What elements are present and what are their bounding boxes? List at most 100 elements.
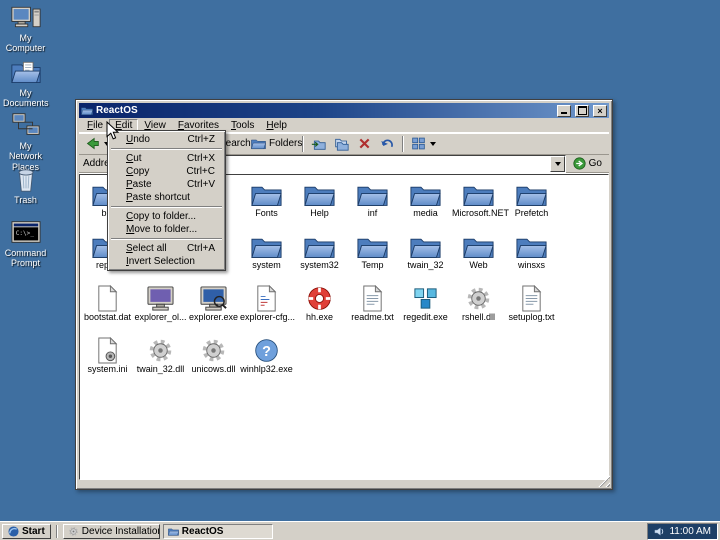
speaker-icon[interactable] (654, 526, 665, 537)
menu-item-paste[interactable]: Paste Ctrl+V (110, 178, 223, 191)
taskbar-clock[interactable]: 11:00 AM (669, 526, 711, 537)
file-item[interactable]: explorer_ol... (134, 285, 187, 337)
menu-item-select-all[interactable]: Select all Ctrl+A (110, 242, 223, 255)
window-title: ReactOS (96, 106, 553, 116)
file-item[interactable]: unicows.dll (187, 337, 240, 389)
file-item[interactable]: hh.exe (293, 285, 346, 337)
desktop-icon-label: My Computer (3, 33, 48, 54)
file-item[interactable]: twain_32.dll (134, 337, 187, 389)
copy-to-button[interactable] (330, 134, 353, 153)
command-prompt-icon (11, 217, 41, 247)
file-item[interactable]: bootstat.dat (81, 285, 134, 337)
address-dropdown-button[interactable] (550, 156, 565, 172)
application-icon (198, 285, 229, 312)
file-item[interactable]: explorer.exe (187, 285, 240, 337)
maximize-button[interactable] (575, 105, 589, 117)
file-item[interactable]: rshell.dll (452, 285, 505, 337)
file-item[interactable]: regedit.exe (399, 285, 452, 337)
desktop-icon-label: Trash (3, 195, 48, 205)
file-item[interactable]: readme.txt (346, 285, 399, 337)
document-icon (92, 285, 123, 312)
toolbar-separator (402, 136, 404, 152)
desktop-icon-my-documents[interactable]: My Documents (3, 57, 48, 109)
file-item[interactable]: explorer-cfg... (240, 285, 293, 337)
dll-gear-icon (463, 285, 494, 312)
desktop-icon-label: Command Prompt (3, 248, 48, 269)
registry-icon (410, 285, 441, 312)
menu-item-copy[interactable]: Copy Ctrl+C (110, 165, 223, 178)
file-item[interactable]: winhlp32.exe (240, 337, 293, 389)
menu-separator (111, 206, 222, 208)
folder-icon (516, 233, 547, 260)
menu-item-move-to-folder[interactable]: Move to folder... (110, 223, 223, 236)
folder-item[interactable]: media (399, 181, 452, 233)
desktop-icon-command-prompt[interactable]: Command Prompt (3, 217, 48, 269)
text-document-icon (516, 285, 547, 312)
close-button[interactable]: × (593, 105, 607, 117)
go-icon (573, 157, 586, 170)
delete-icon (357, 136, 372, 151)
menu-item-undo[interactable]: Undo Ctrl+Z (110, 133, 223, 146)
folder-icon (463, 181, 494, 208)
go-button[interactable]: Go (570, 157, 605, 170)
folder-item[interactable]: inf (346, 181, 399, 233)
folder-icon (304, 181, 335, 208)
device-gear-icon (68, 526, 79, 537)
menu-help[interactable]: Help (260, 120, 293, 132)
minimize-button[interactable] (557, 105, 571, 117)
folders-button[interactable]: Folders (247, 134, 299, 153)
menu-item-invert-selection[interactable]: Invert Selection (110, 255, 223, 268)
folder-icon (410, 233, 441, 260)
my-documents-icon (11, 57, 41, 87)
back-icon (85, 136, 100, 151)
task-label: Device Installation (82, 526, 160, 537)
menu-file[interactable]: File (81, 120, 109, 132)
menu-tools[interactable]: Tools (225, 120, 260, 132)
window-icon (81, 105, 93, 116)
edit-menu-popup: Undo Ctrl+Z Cut Ctrl+X Copy Ctrl+C Paste… (107, 130, 226, 271)
menu-separator (111, 148, 222, 150)
folder-item[interactable]: system (240, 233, 293, 285)
folder-item[interactable]: Fonts (240, 181, 293, 233)
text-document-icon (357, 285, 388, 312)
menu-item-copy-to-folder[interactable]: Copy to folder... (110, 210, 223, 223)
task-label: ReactOS (182, 526, 224, 537)
move-to-button[interactable] (307, 134, 330, 153)
trash-icon (11, 164, 41, 194)
folder-item[interactable]: Web (452, 233, 505, 285)
menu-item-paste-shortcut[interactable]: Paste shortcut (110, 191, 223, 204)
folder-item[interactable]: winsxs (505, 233, 558, 285)
delete-button[interactable] (353, 134, 376, 153)
folder-item[interactable]: Prefetch (505, 181, 558, 233)
folder-item[interactable]: Help (293, 181, 346, 233)
desktop-icon-trash[interactable]: Trash (3, 164, 48, 205)
help-lifebuoy-icon (304, 285, 335, 312)
start-button[interactable]: Start (2, 524, 51, 539)
desktop-icon-my-computer[interactable]: My Computer (3, 2, 48, 54)
views-icon (411, 136, 426, 151)
folder-item[interactable]: Temp (346, 233, 399, 285)
file-item[interactable]: setuplog.txt (505, 285, 558, 337)
folder-icon (251, 181, 282, 208)
folder-item[interactable]: Microsoft.NET (452, 181, 505, 233)
folder-icon (516, 181, 547, 208)
start-button-label: Start (22, 526, 45, 537)
views-button[interactable] (407, 134, 440, 153)
my-computer-icon (11, 2, 41, 32)
chevron-down-icon (555, 162, 561, 166)
taskbar-divider (56, 525, 58, 538)
title-bar[interactable]: ReactOS × (79, 103, 609, 118)
system-tray: 11:00 AM (647, 523, 718, 540)
undo-button[interactable] (376, 134, 399, 153)
desktop: ? (0, 0, 720, 540)
task-reactos[interactable]: ReactOS (163, 524, 273, 539)
desktop-icon-my-network-places[interactable]: My Network Places (3, 110, 48, 172)
menu-item-cut[interactable]: Cut Ctrl+X (110, 152, 223, 165)
dll-gear-icon (145, 337, 176, 364)
ini-document-icon (92, 337, 123, 364)
file-item[interactable]: system.ini (81, 337, 134, 389)
task-device-installation[interactable]: Device Installation (63, 524, 160, 539)
folder-item[interactable]: twain_32 (399, 233, 452, 285)
folder-icon (357, 233, 388, 260)
folder-item[interactable]: system32 (293, 233, 346, 285)
